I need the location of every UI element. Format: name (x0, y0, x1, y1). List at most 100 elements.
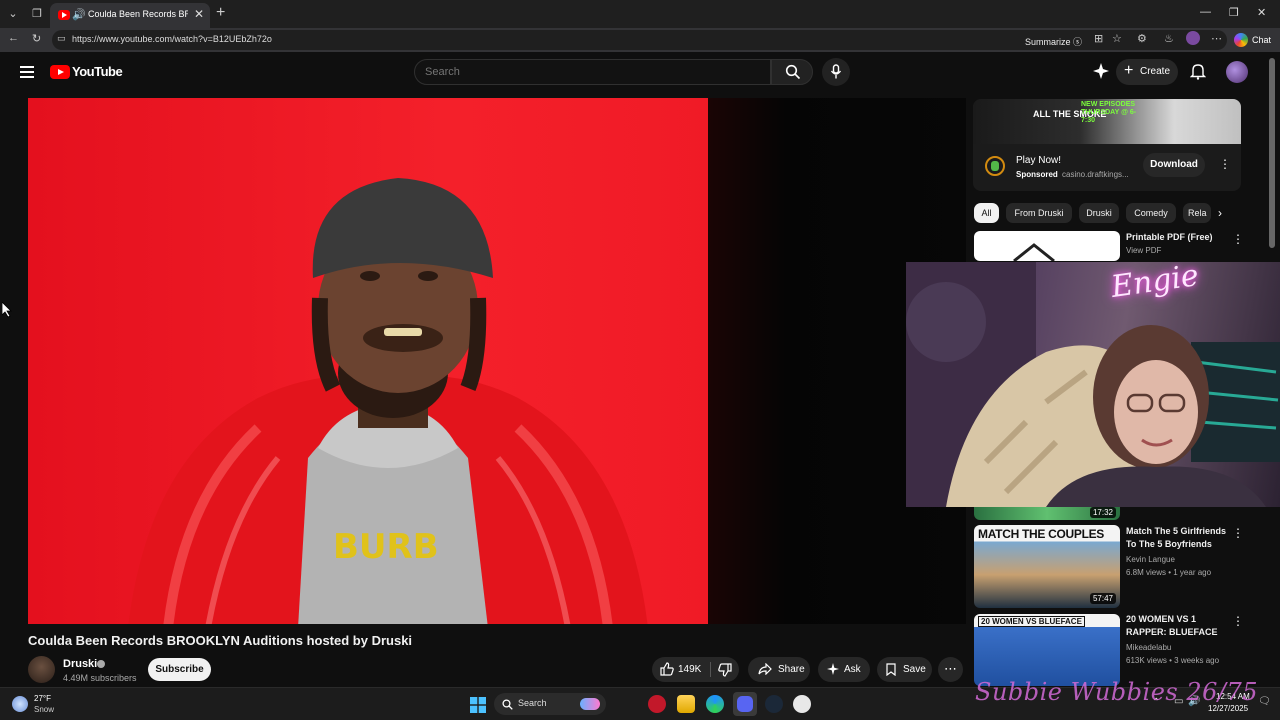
chip-druski[interactable]: Druski (1079, 203, 1119, 223)
address-bar-row: ← ↻ ▭ https://www.youtube.com/watch?v=B1… (0, 28, 1280, 52)
voice-search-button[interactable] (822, 58, 850, 86)
tab-audio-icon[interactable]: 🔊 (72, 8, 86, 21)
restore-icon[interactable]: ❐ (1229, 6, 1239, 19)
sidebar-video-more-vertical-icon[interactable]: ⋮ (1232, 526, 1244, 540)
youtube-logo[interactable]: YouTube (50, 64, 130, 80)
ask-button[interactable]: Ask (818, 657, 870, 682)
site-info-icon[interactable]: ▭ (57, 33, 66, 44)
search-box[interactable] (414, 59, 771, 85)
page-scrollbar[interactable] (1269, 58, 1275, 248)
pdf-ad-title[interactable]: Printable PDF (Free) (1126, 231, 1246, 244)
sidebar-video-channel[interactable]: Mikeadelabu (1126, 643, 1171, 652)
save-button[interactable]: Save (877, 657, 932, 682)
save-label: Save (903, 664, 926, 675)
profile-avatar-icon[interactable] (1186, 31, 1200, 45)
like-divider (710, 662, 711, 677)
video-duration: 17:32 (1089, 507, 1116, 518)
notifications-bell-icon[interactable] (1190, 62, 1206, 80)
video-player[interactable]: BURB (28, 98, 966, 624)
channel-name[interactable]: Druski (63, 658, 97, 670)
like-count[interactable]: 149K (678, 664, 701, 675)
tab-close-icon[interactable]: ✕ (194, 7, 204, 21)
tab-list-dropdown-icon[interactable]: ⌄ (4, 5, 22, 23)
split-view-icon[interactable]: ⊞ (1094, 32, 1103, 45)
video-subject-person: BURB (128, 178, 648, 624)
refresh-icon[interactable]: ↻ (32, 32, 41, 45)
taskbar-search-box[interactable]: Search (494, 693, 606, 715)
ask-sparkle-icon (827, 663, 839, 675)
draftkings-logo-icon (985, 156, 1005, 176)
window-close-icon[interactable]: ✕ (1257, 6, 1266, 19)
sidebar-video-channel[interactable]: Kevin Langue (1126, 555, 1175, 564)
ad-banner-tag: NEW EPISODES THURSDAY @ 6-7:30 (1081, 101, 1137, 124)
discord-app-active[interactable] (733, 692, 757, 716)
steam-icon[interactable] (765, 695, 783, 713)
edge-browser-icon[interactable] (706, 695, 724, 713)
app-antivirus-icon[interactable] (648, 695, 666, 713)
sidebar-video-title[interactable]: 20 WOMEN VS 1 RAPPER: BLUEFACE (1126, 613, 1231, 639)
pdf-graphic-icon (1013, 243, 1055, 261)
minimize-icon[interactable]: — (1200, 6, 1211, 18)
sidebar-video-title[interactable]: Match The 5 Girlfriends To The 5 Boyfrie… (1126, 525, 1231, 551)
pdf-ad-thumbnail[interactable] (974, 231, 1120, 261)
verified-badge-icon (97, 660, 105, 668)
favorite-star-icon[interactable]: ☆ (1112, 32, 1122, 45)
youtube-header: YouTube + Create (0, 52, 1280, 92)
weather-snow-icon[interactable] (12, 696, 28, 712)
chip-comedy[interactable]: Comedy (1126, 203, 1176, 223)
windows-start-icon[interactable] (470, 697, 486, 713)
search-icon (785, 64, 801, 80)
summarize-button[interactable]: Summarize ⓢ (1025, 35, 1082, 48)
channel-avatar[interactable] (28, 656, 55, 683)
dislike-thumb-icon[interactable] (718, 663, 732, 677)
ad-download-button[interactable]: Download (1143, 153, 1205, 177)
collections-icon[interactable]: ♨ (1164, 32, 1174, 45)
sponsored-ad-card[interactable]: ALL THE SMOKE NEW EPISODES THURSDAY @ 6-… (973, 99, 1241, 191)
create-button[interactable]: + Create (1116, 59, 1178, 85)
chip-related[interactable]: Rela (1183, 203, 1211, 223)
gemini-sparkle-icon[interactable] (1092, 62, 1110, 80)
extensions-icon[interactable]: ⚙ (1137, 32, 1147, 45)
video-duration: 57:47 (1089, 593, 1116, 604)
ad-title[interactable]: Play Now! (1016, 155, 1061, 166)
pdf-ad-more-vertical-icon[interactable]: ⋮ (1232, 232, 1244, 246)
subscribe-button[interactable]: Subscribe (148, 658, 211, 681)
chip-all[interactable]: All (974, 203, 999, 223)
account-avatar[interactable] (1226, 61, 1248, 83)
thumbnail-caption: 20 WOMEN VS BLUEFACE (978, 616, 1085, 627)
sidebar-video-meta: 613K views • 3 weeks ago (1126, 656, 1220, 665)
like-thumb-icon[interactable] (660, 662, 674, 676)
sidebar-video-meta: 6.8M views • 1 year ago (1126, 568, 1212, 577)
search-button[interactable] (771, 59, 813, 85)
sidebar-video-thumbnail[interactable]: 20 WOMEN VS BLUEFACE (974, 614, 1120, 686)
weather-description[interactable]: Snow (34, 705, 54, 714)
youtube-play-logo-icon (50, 65, 70, 79)
taskbar-search-icon (502, 699, 513, 710)
search-input[interactable] (425, 66, 755, 78)
svg-text:BURB: BURB (333, 527, 439, 567)
discord-icon (737, 696, 753, 712)
chips-next-chevron-icon[interactable]: › (1218, 206, 1222, 220)
workspaces-icon[interactable]: ❐ (28, 5, 46, 23)
weather-temperature[interactable]: 27°F (34, 694, 51, 703)
ad-domain: casino.draftkings... (1062, 170, 1129, 179)
browser-tab-active[interactable]: 🔊 Coulda Been Records BROOKLYN Auditions… (50, 3, 210, 28)
obs-studio-icon[interactable] (793, 695, 811, 713)
file-explorer-icon[interactable] (677, 695, 695, 713)
sidebar-video-thumbnail[interactable]: MATCH THE COUPLES 57:47 (974, 525, 1120, 608)
new-tab-button[interactable]: + (216, 4, 225, 22)
back-icon[interactable]: ← (8, 32, 19, 44)
sidebar-video-more-vertical-icon[interactable]: ⋮ (1232, 614, 1244, 628)
notification-center-icon[interactable]: 🗨 (1258, 696, 1271, 707)
ad-more-vertical-icon[interactable]: ⋮ (1219, 157, 1231, 171)
more-menu-icon[interactable]: ⋯ (1211, 32, 1222, 45)
share-button[interactable]: Share (748, 657, 810, 682)
more-horizontal-icon: ⋯ (944, 661, 957, 676)
copilot-chat-button[interactable]: Chat (1232, 30, 1276, 50)
more-actions-button[interactable]: ⋯ (938, 657, 963, 682)
menu-hamburger-icon[interactable] (20, 66, 34, 78)
taskbar-search-label: Search (518, 698, 547, 708)
youtube-wordmark: YouTube (72, 64, 123, 79)
save-bookmark-icon (886, 663, 896, 676)
chip-from-druski[interactable]: From Druski (1006, 203, 1072, 223)
